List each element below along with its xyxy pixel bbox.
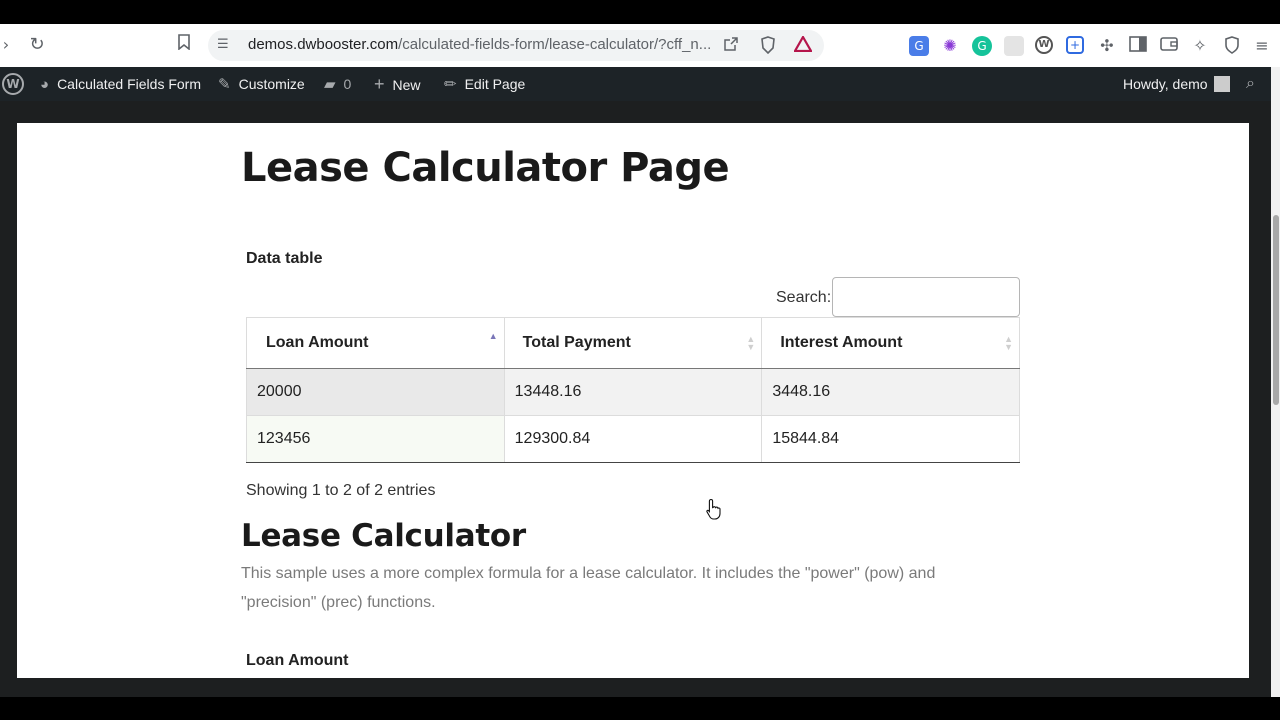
scrollbar-thumb[interactable] (1273, 215, 1279, 405)
comment-icon: ▰ (324, 76, 336, 93)
search-input[interactable] (832, 277, 1020, 317)
page-content: Lease Calculator Page Data table Search:… (17, 123, 1249, 678)
column-header-total-payment[interactable]: Total Payment ▲ ▼ (503, 317, 763, 369)
brush-icon: ✎ (218, 76, 231, 93)
wallet-icon[interactable] (1159, 36, 1179, 56)
sort-both-icon: ▲ ▼ (746, 334, 756, 352)
wordpress-logo-icon[interactable]: W (2, 73, 24, 95)
browser-toolbar: › ↻ ☰ demos.dwbooster.com/calculated-fie… (0, 24, 1280, 67)
wordpress-extension-icon[interactable]: W (1035, 36, 1053, 54)
table-caption: Data table (246, 250, 323, 267)
wp-admin-bar: W ◕ Calculated Fields Form ✎ Customize ▰ 0 … (0, 67, 1280, 101)
bottom-strip (0, 697, 1280, 720)
reload-icon[interactable]: ↻ (25, 33, 49, 57)
search-icon[interactable]: ⌕ (1246, 67, 1255, 101)
brave-rewards-icon[interactable] (793, 34, 813, 56)
table-row: 20000 13448.16 3448.16 (246, 368, 1020, 416)
brave-shield-icon[interactable] (758, 36, 778, 56)
pencil-icon: ✏ (444, 76, 457, 93)
bookmark-icon[interactable] (172, 33, 196, 57)
forward-icon[interactable]: › (0, 33, 18, 57)
sidebar-icon[interactable] (1128, 36, 1148, 56)
admin-bar-site[interactable]: ◕ Calculated Fields Form (40, 67, 201, 101)
extensions-puzzle-icon[interactable]: ✣ (1097, 36, 1117, 56)
admin-bar-account[interactable]: Howdy, demo (1123, 67, 1230, 101)
extension-blank-icon[interactable] (1004, 36, 1024, 56)
search-label: Search: (776, 289, 832, 306)
menu-icon[interactable]: ≡ (1252, 36, 1272, 56)
hand-cursor-icon (706, 498, 721, 520)
loan-amount-label: Loan Amount (246, 652, 349, 669)
leo-ai-icon[interactable]: ✧ (1190, 36, 1210, 56)
dashboard-icon: ◕ (40, 76, 50, 93)
table-header-row: Loan Amount ▲ Total Payment ▲ ▼ Interest Am… (246, 317, 1020, 369)
admin-bar-new[interactable]: + New (374, 67, 421, 101)
table-row: 123456 129300.84 15844.84 (246, 415, 1020, 463)
admin-bar-edit-page[interactable]: ✏ Edit Page (444, 67, 525, 101)
sort-both-icon: ▲ ▼ (1004, 334, 1013, 352)
table-cell: 13448.16 (503, 368, 763, 416)
vpn-shield-icon[interactable] (1222, 36, 1242, 56)
data-table: Loan Amount ▲ Total Payment ▲ ▼ Interest Am… (246, 317, 1020, 463)
grammarly-icon[interactable]: G (972, 36, 992, 56)
table-cell: 3448.16 (761, 368, 1020, 416)
sort-asc-icon: ▲ (488, 331, 498, 341)
column-header-interest-amount[interactable]: Interest Amount ▲ ▼ (761, 317, 1020, 369)
column-header-loan-amount[interactable]: Loan Amount ▲ (246, 317, 505, 369)
translate-icon[interactable]: G (909, 36, 929, 56)
share-icon[interactable] (721, 36, 741, 56)
table-info: Showing 1 to 2 of 2 entries (246, 482, 436, 499)
admin-bar-customize[interactable]: ✎ Customize (218, 67, 305, 101)
avatar (1213, 76, 1230, 92)
plus-icon: + (374, 74, 385, 94)
section-title: Lease Calculator (241, 518, 526, 554)
page-title: Lease Calculator Page (241, 145, 730, 191)
site-info-icon[interactable]: ☰ (217, 37, 233, 53)
table-cell: 129300.84 (503, 415, 763, 463)
gear-extension-icon[interactable]: ✺ (940, 36, 960, 56)
address-bar[interactable]: ☰ demos.dwbooster.com/calculated-fields-… (208, 30, 824, 61)
calendar-extension-icon[interactable]: + (1066, 36, 1084, 54)
table-cell: 123456 (246, 415, 505, 463)
table-cell: 20000 (246, 368, 505, 416)
top-strip (0, 0, 1280, 24)
table-cell: 15844.84 (761, 415, 1020, 463)
section-description: This sample uses a more complex formula … (241, 565, 936, 611)
admin-bar-comments[interactable]: ▰ 0 (324, 67, 351, 101)
url-text[interactable]: demos.dwbooster.com/calculated-fields-fo… (248, 36, 711, 53)
